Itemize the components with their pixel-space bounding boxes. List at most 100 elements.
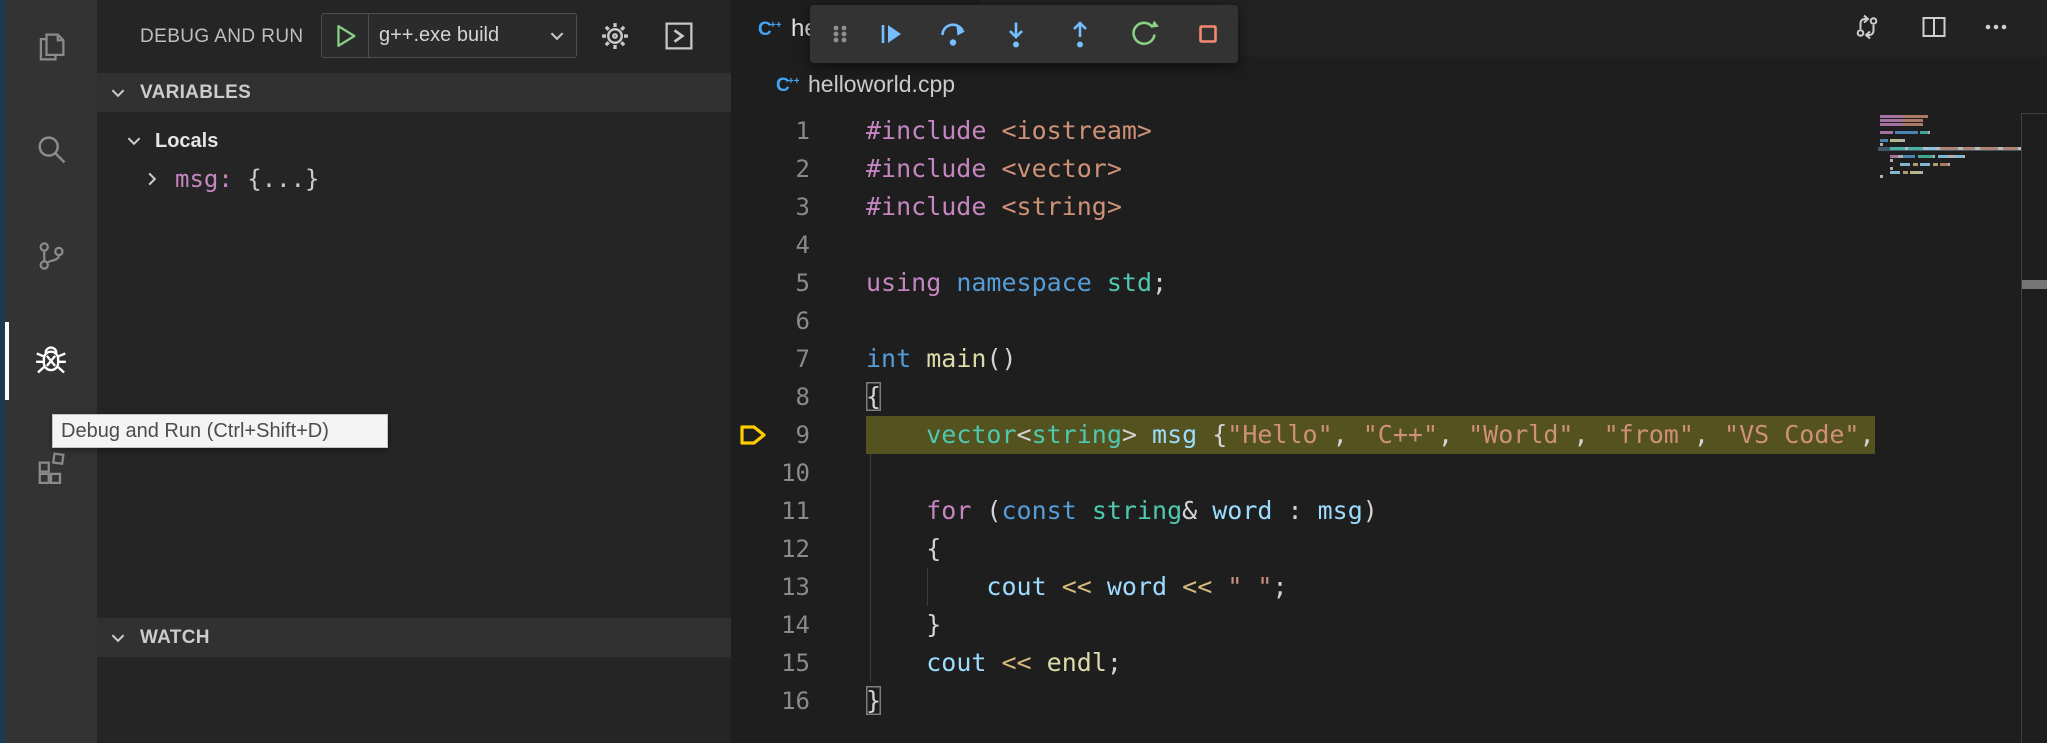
minimap-line	[1920, 131, 1928, 134]
code-token: string	[1032, 420, 1122, 449]
variables-section-header[interactable]: VARIABLES	[97, 73, 731, 112]
code-token	[1167, 572, 1182, 601]
minimap-line	[1903, 171, 1908, 174]
code-token: {	[926, 534, 941, 563]
sidebar-item-source-control[interactable]	[5, 210, 97, 302]
line-number[interactable]: 5	[731, 264, 810, 302]
line-number[interactable]: 4	[731, 226, 810, 264]
line-content: for (const string& word : msg)	[866, 492, 1378, 530]
gear-icon[interactable]	[597, 18, 633, 54]
code-token: msg	[1152, 420, 1197, 449]
line-number[interactable]: 1	[731, 112, 810, 150]
code-line-6[interactable]: 6	[731, 302, 1875, 340]
code-token: "VS Code"	[1724, 420, 1859, 449]
line-number[interactable]: 10	[731, 454, 810, 492]
code-line-13[interactable]: 13 cout << word << " ";	[731, 568, 1875, 606]
code-line-2[interactable]: 2#include <vector>	[731, 150, 1875, 188]
minimap-line	[1963, 147, 1976, 150]
code-token: " "	[1227, 572, 1272, 601]
minimap[interactable]	[1878, 112, 2021, 743]
code-token: <vector>	[1001, 154, 1121, 183]
code-line-5[interactable]: 5using namespace std;	[731, 264, 1875, 302]
minimap-line	[1940, 163, 1948, 166]
line-number[interactable]: 14	[731, 606, 810, 644]
line-number[interactable]: 6	[731, 302, 810, 340]
code-token	[1047, 572, 1062, 601]
code-line-16[interactable]: 16}	[731, 682, 1875, 720]
code-line-12[interactable]: 12 {	[731, 530, 1875, 568]
overview-ruler	[2021, 113, 2047, 743]
minimap-line	[1920, 171, 1923, 174]
step-over-button[interactable]	[937, 18, 969, 50]
code-line-3[interactable]: 3 #include <string>	[731, 188, 1875, 226]
code-token: <<	[1182, 572, 1212, 601]
line-number[interactable]: 8	[731, 378, 810, 416]
code-line-4[interactable]: 4	[731, 226, 1875, 264]
locals-scope-row[interactable]: Locals	[97, 122, 731, 160]
line-number[interactable]: 2	[731, 150, 810, 188]
line-number[interactable]: 12	[731, 530, 810, 568]
restart-button[interactable]	[1128, 18, 1160, 50]
code-line-11[interactable]: 11 for (const string& word : msg)	[731, 492, 1875, 530]
continue-button[interactable]	[874, 18, 906, 50]
breadcrumb[interactable]: C ++ helloworld.cpp	[731, 57, 955, 112]
code-token: ;	[1272, 572, 1287, 601]
scrollbar-thumb[interactable]	[2022, 280, 2047, 289]
variable-row-msg[interactable]: msg: {...}	[97, 160, 731, 198]
minimap-line	[1903, 123, 1923, 126]
step-out-button[interactable]	[1064, 18, 1096, 50]
code-token	[1092, 572, 1107, 601]
minimap-line	[1890, 155, 1898, 158]
line-number[interactable]: 7	[731, 340, 810, 378]
sidebar-item-run-and-debug[interactable]	[5, 314, 97, 406]
sidebar-item-search[interactable]	[5, 104, 97, 196]
locals-label: Locals	[155, 130, 218, 153]
minimap-line	[1933, 155, 1936, 158]
line-number[interactable]: 13	[731, 568, 810, 606]
sidebar-item-explorer[interactable]	[5, 1, 97, 93]
variables-section-label: VARIABLES	[140, 82, 251, 104]
code-line-9[interactable]: 9 vector<string> msg {"Hello", "C++", "W…	[731, 416, 1875, 454]
code-line-14[interactable]: 14 }	[731, 606, 1875, 644]
code-token: :	[1272, 496, 1317, 525]
line-number[interactable]: 15	[731, 644, 810, 682]
code-line-1[interactable]: 1#include <iostream>	[731, 112, 1875, 150]
line-number[interactable]: 16	[731, 682, 810, 720]
minimap-line	[1880, 115, 1903, 118]
code-token: (	[971, 496, 1001, 525]
code-token: int	[866, 344, 911, 373]
code-editor[interactable]: 1#include <iostream>2#include <vector>3 #…	[731, 112, 1875, 743]
code-line-10[interactable]: 10	[731, 454, 1875, 492]
watch-section-header[interactable]: WATCH	[97, 618, 731, 657]
launch-config-label: g++.exe build	[379, 24, 499, 47]
code-line-15[interactable]: 15 cout << endl;	[731, 644, 1875, 682]
tooltip-text: Debug and Run (Ctrl+Shift+D)	[61, 420, 329, 443]
compare-changes-icon[interactable]	[1851, 11, 1883, 43]
code-token	[866, 610, 926, 639]
open-console-icon[interactable]	[661, 18, 697, 54]
split-editor-icon[interactable]	[1918, 11, 1950, 43]
minimap-line	[1913, 163, 1918, 166]
line-number[interactable]: 11	[731, 492, 810, 530]
tooltip: Debug and Run (Ctrl+Shift+D)	[52, 414, 388, 448]
toolbar-drag-handle[interactable]	[824, 18, 856, 50]
minimap-line	[1963, 155, 1966, 158]
step-into-button[interactable]	[1000, 18, 1032, 50]
more-actions-icon[interactable]	[1980, 11, 2012, 43]
line-content: #include <string>	[866, 188, 1122, 226]
code-token	[986, 648, 1001, 677]
code-token: for	[926, 496, 971, 525]
debug-icon	[32, 341, 70, 379]
debug-toolbar	[810, 5, 1238, 63]
start-debugging-icon[interactable]	[330, 21, 360, 51]
code-token: ;	[1107, 648, 1122, 677]
line-number[interactable]: 3	[731, 188, 810, 226]
launch-config-dropdown[interactable]: g++.exe build	[321, 13, 577, 58]
code-line-7[interactable]: 7int main()	[731, 340, 1875, 378]
minimap-line	[1933, 163, 1938, 166]
minimap-line	[1880, 123, 1903, 126]
stop-button[interactable]	[1192, 18, 1224, 50]
minimap-line	[1890, 167, 1893, 170]
code-line-8[interactable]: 8{	[731, 378, 1875, 416]
code-token: vector	[926, 420, 1016, 449]
